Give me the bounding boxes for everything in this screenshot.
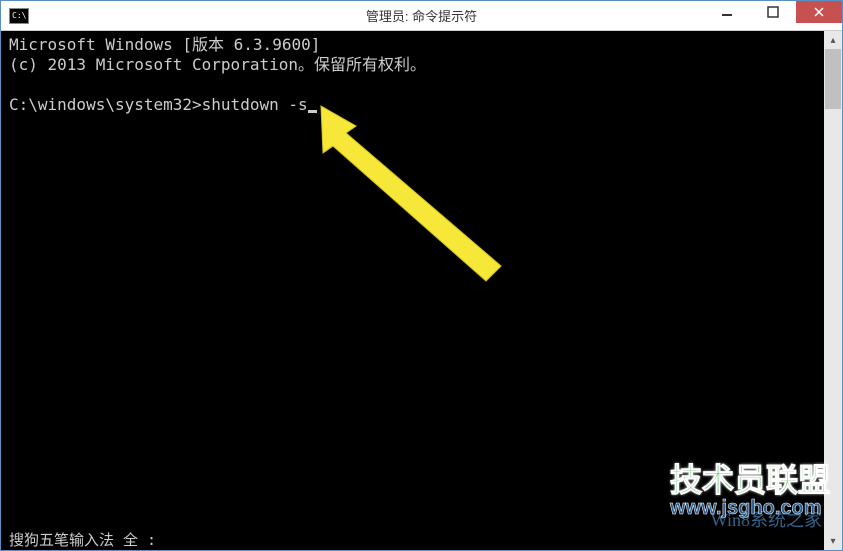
cursor: [308, 110, 317, 113]
watermark-url-text: www.jsgho.com: [670, 497, 830, 520]
scroll-down-arrow[interactable]: ▾: [824, 532, 842, 550]
watermark-cn-text: 技术员联盟: [670, 455, 830, 501]
app-icon: C:\: [9, 8, 29, 24]
scroll-up-arrow[interactable]: ▴: [824, 31, 842, 49]
window-controls: [704, 1, 842, 25]
command-text: shutdown -s: [202, 95, 308, 114]
copyright-line: (c) 2013 Microsoft Corporation。保留所有权利。: [9, 55, 834, 75]
ime-status-bar: 搜狗五笔输入法 全 :: [1, 528, 824, 550]
close-button[interactable]: [796, 1, 842, 23]
prompt-line: C:\windows\system32>shutdown -s: [9, 95, 834, 115]
close-icon: [813, 6, 825, 18]
command-prompt-window: C:\ 管理员: 命令提示符 Microsoft Windows [版本 6.3…: [0, 0, 843, 551]
watermark-primary: 技术员联盟 www.jsgho.com: [670, 455, 830, 520]
maximize-icon: [767, 6, 779, 18]
maximize-button[interactable]: [750, 1, 796, 23]
scrollbar-thumb[interactable]: [825, 49, 841, 109]
prompt-path: C:\windows\system32>: [9, 95, 202, 114]
version-line: Microsoft Windows [版本 6.3.9600]: [9, 35, 834, 55]
ime-status-text: 搜狗五笔输入法 全 :: [9, 529, 156, 550]
minimize-button[interactable]: [704, 1, 750, 23]
minimize-icon: [721, 6, 733, 18]
window-title: 管理员: 命令提示符: [366, 6, 477, 25]
titlebar[interactable]: C:\ 管理员: 命令提示符: [1, 1, 842, 31]
